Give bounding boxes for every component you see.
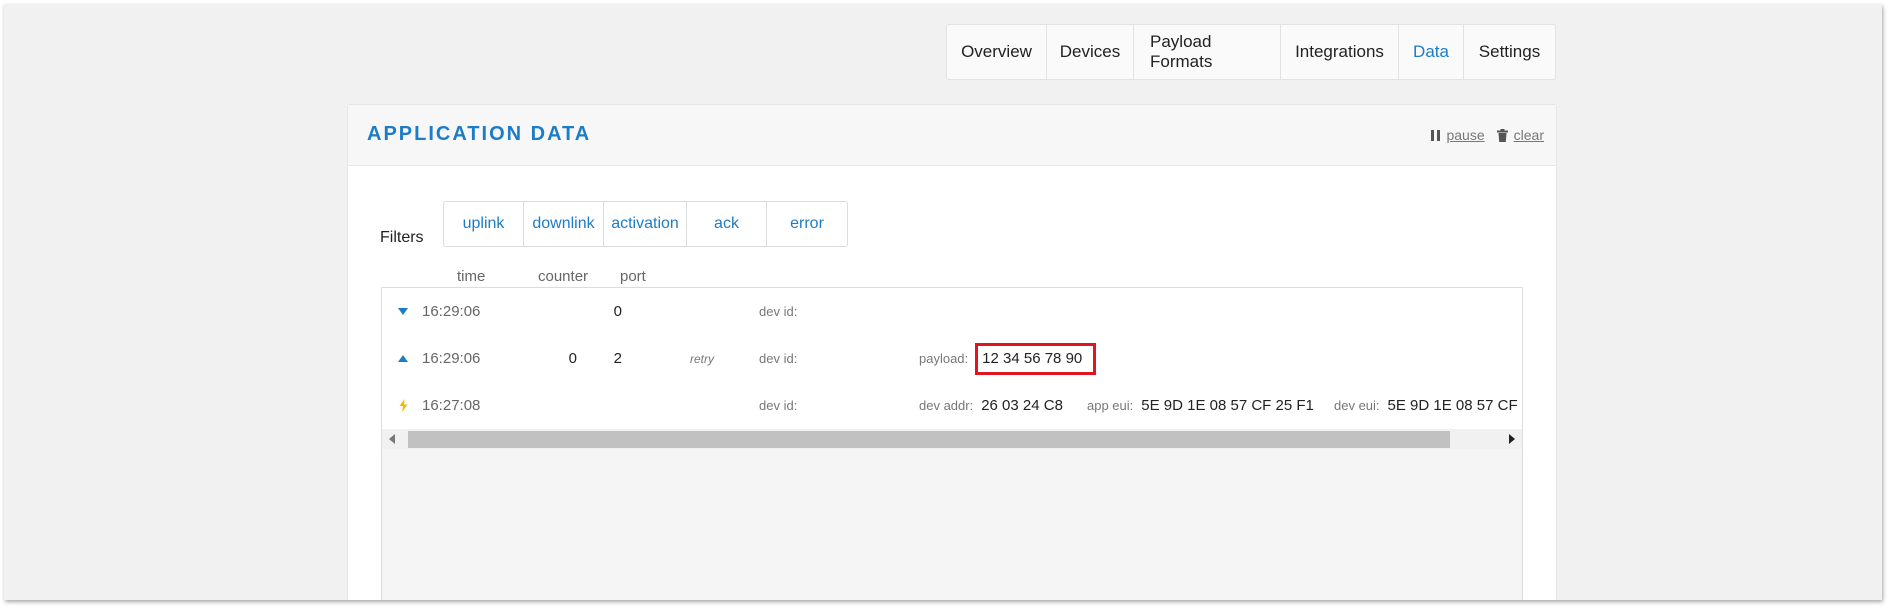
table-row[interactable]: 16:29:06 0 dev id: [382,288,1522,336]
lightning-icon [396,382,410,429]
data-table: 16:29:06 0 dev id: 16:29:06 0 2 retry de… [381,287,1523,600]
row-time: 16:29:06 [422,303,481,320]
application-data-panel: APPLICATION DATA pause clear Filters upl… [347,104,1557,600]
tab-data[interactable]: Data [1399,25,1464,79]
clear-label: clear [1513,127,1544,143]
scroll-right-arrow-icon[interactable] [1509,434,1515,444]
column-header-time: time [457,268,486,285]
app-eui-label: app eui: [1087,398,1134,413]
tab-settings[interactable]: Settings [1464,25,1555,79]
tab-overview[interactable]: Overview [947,25,1047,79]
panel-header: APPLICATION DATA pause clear [348,105,1556,166]
tab-devices[interactable]: Devices [1047,25,1134,79]
dev-eui-value: 5E 9D 1E 08 57 CF [1387,397,1518,414]
row-counter: 0 [568,350,577,367]
row-retry-badge: retry [690,351,714,366]
triangle-down-icon [396,288,410,335]
row-port: 0 [613,303,622,320]
table-row[interactable]: 16:29:06 0 2 retry dev id: payload: 12 3… [382,335,1522,383]
filter-uplink[interactable]: uplink [444,202,524,246]
clear-button[interactable]: clear [1496,127,1544,143]
filter-ack[interactable]: ack [687,202,767,246]
horizontal-scrollbar[interactable] [382,429,1522,449]
row-time: 16:29:06 [422,350,481,367]
column-header-port: port [620,268,646,285]
tab-payload-formats[interactable]: Payload Formats [1134,25,1281,79]
scrollbar-thumb[interactable] [408,431,1450,448]
trash-icon [1496,128,1508,142]
payload-field: payload: 12 34 56 78 90 [919,335,1097,382]
header-actions: pause clear [1431,127,1544,143]
dev-eui-field: dev eui: 5E 9D 1E 08 57 CF [1334,382,1518,429]
scroll-left-arrow-icon[interactable] [389,434,395,444]
filter-error[interactable]: error [767,202,847,246]
filter-activation[interactable]: activation [604,202,687,246]
triangle-up-icon [396,335,410,382]
dev-addr-label: dev addr: [919,398,974,413]
row-port: 2 [613,350,622,367]
dev-addr-value: 26 03 24 C8 [981,397,1063,414]
dev-eui-label: dev eui: [1334,398,1380,413]
row-time: 16:27:08 [422,397,481,414]
row-dev-id-label: dev id: [759,398,798,413]
app-window: Overview Devices Payload Formats Integra… [4,4,1882,600]
payload-highlight: 12 34 56 78 90 [975,342,1097,375]
filter-downlink[interactable]: downlink [524,202,604,246]
dev-addr-field: dev addr: 26 03 24 C8 [919,382,1063,429]
row-dev-id-label: dev id: [759,304,798,319]
pause-label: pause [1446,127,1485,143]
tab-integrations[interactable]: Integrations [1281,25,1399,79]
pause-button[interactable]: pause [1431,127,1485,143]
row-dev-id-label: dev id: [759,351,798,366]
filters-label: Filters [380,229,424,246]
top-nav: Overview Devices Payload Formats Integra… [946,24,1556,80]
panel-title: APPLICATION DATA [367,123,592,145]
payload-label: payload: [919,351,969,366]
payload-value: 12 34 56 78 90 [982,350,1083,367]
app-eui-field: app eui: 5E 9D 1E 08 57 CF 25 F1 [1087,382,1314,429]
pause-icon [1431,129,1441,141]
app-eui-value: 5E 9D 1E 08 57 CF 25 F1 [1141,397,1314,414]
table-row[interactable]: 16:27:08 dev id: dev addr: 26 03 24 C8 a… [382,382,1522,430]
filter-group: uplink downlink activation ack error [443,201,848,247]
column-header-counter: counter [538,268,589,285]
